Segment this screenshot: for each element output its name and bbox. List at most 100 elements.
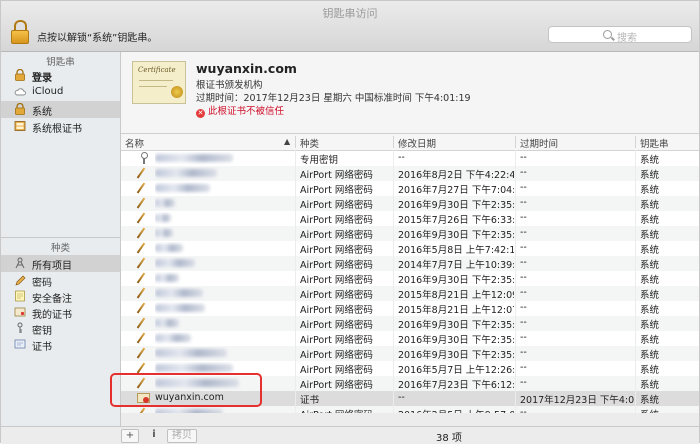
cell-modified: 2016年9月30日 下午2:35:...	[398, 230, 514, 241]
sidebar-item-login[interactable]: 登录	[1, 67, 120, 84]
column-header-name[interactable]: 名称	[125, 136, 144, 150]
sidebar-item-my-certificates[interactable]: 我的证书	[1, 304, 120, 321]
cell-modified: 2016年7月23日 下午6:12:...	[398, 380, 514, 391]
redacted-name	[155, 154, 233, 162]
sidebar-item-icloud[interactable]: iCloud	[1, 84, 120, 101]
cell-expires: --	[520, 257, 527, 268]
cell-kind: AirPort 网络密码	[300, 407, 394, 413]
cell-expires: 2017年12月23日 下午4:01...	[520, 395, 635, 406]
info-button[interactable]: i	[147, 429, 161, 441]
table-row[interactable]: AirPort 网络密码 2016年9月30日 下午2:35:... -- 系统	[121, 346, 699, 361]
cell-kind: AirPort 网络密码	[300, 245, 373, 256]
table-row[interactable]: AirPort 网络密码 2016年9月30日 下午2:35:... -- 系统	[121, 196, 699, 211]
table-row[interactable]: AirPort 网络密码 2016年9月30日 下午2:35:... -- 系统	[121, 316, 699, 331]
cell-expires: --	[520, 302, 527, 313]
cell-kind: AirPort 网络密码	[300, 170, 373, 181]
sidebar-item-label: 登录	[32, 73, 52, 84]
cell-keychain: 系统	[640, 305, 660, 316]
cell-kind: AirPort 网络密码	[300, 275, 373, 286]
sidebar-item-secure-notes[interactable]: 安全备注	[1, 288, 120, 305]
cell-expires: --	[520, 182, 527, 193]
redacted-name	[155, 349, 227, 357]
key-icon	[141, 152, 148, 164]
sidebar-item-system-roots[interactable]: 系统根证书	[1, 118, 120, 135]
redacted-name	[155, 304, 205, 312]
sort-chevron-icon[interactable]: ▲	[284, 137, 290, 146]
copy-button[interactable]: 拷贝	[167, 429, 197, 443]
column-header-expires[interactable]: 过期时间	[520, 136, 558, 150]
password-icon	[136, 227, 146, 239]
sidebar-item-all-items[interactable]: 所有项目	[1, 255, 120, 272]
cell-keychain: 系统	[640, 290, 660, 301]
note-icon	[15, 290, 25, 302]
cell-expires: --	[520, 212, 527, 223]
redacted-name	[155, 334, 191, 342]
cell-expires: --	[520, 377, 527, 388]
table-row[interactable]: AirPort 网络密码 2015年8月21日 上午12:09:... -- 系统	[121, 286, 699, 301]
sidebar-item-keys[interactable]: 密钥	[1, 320, 120, 337]
table-row[interactable]: AirPort 网络密码 2016年9月30日 下午2:35:... -- 系统	[121, 331, 699, 346]
table-row[interactable]: AirPort 网络密码 2015年7月26日 下午6:33:... -- 系统	[121, 211, 699, 226]
add-button[interactable]: +	[121, 429, 139, 443]
all-items-icon	[15, 257, 25, 269]
cell-name	[155, 287, 291, 300]
cell-name	[155, 212, 291, 225]
search-input[interactable]: 搜索	[548, 26, 692, 44]
column-header-modified[interactable]: 修改日期	[398, 136, 436, 150]
table-row[interactable]: AirPort 网络密码 2015年8月21日 上午12:07:... -- 系统	[121, 301, 699, 316]
table-row[interactable]: AirPort 网络密码 2016年9月30日 下午2:35:... -- 系统	[121, 271, 699, 286]
table-row[interactable]: AirPort 网络密码 2016年5月8日 上午7:42:13 -- 系统	[121, 241, 699, 256]
search-icon	[603, 30, 612, 39]
cell-keychain: 系统	[640, 380, 660, 391]
cell-name	[155, 227, 291, 240]
cell-expires: --	[520, 242, 527, 253]
cell-kind: AirPort 网络密码	[300, 365, 373, 376]
redacted-name	[155, 259, 195, 267]
sidebar-item-label: 密码	[32, 278, 52, 289]
lock-icon	[15, 103, 25, 115]
sidebar-item-certificates[interactable]: 证书	[1, 336, 120, 353]
cell-kind: AirPort 网络密码	[300, 185, 373, 196]
table-row[interactable]: AirPort 网络密码 2016年9月30日 下午2:35:... -- 系统	[121, 226, 699, 241]
certificate-icon	[14, 339, 26, 349]
cell-kind: 专用密钥	[300, 155, 339, 166]
sidebar-item-label: 系统	[32, 107, 52, 118]
table-row[interactable]: AirPort 网络密码 2016年2月5日 上午9:57:08 -- 系统	[121, 406, 699, 413]
cell-keychain: 系统	[640, 170, 660, 181]
cell-keychain: 系统	[640, 200, 660, 211]
cell-modified: 2014年7月7日 上午10:39:...	[398, 260, 514, 271]
cell-kind: AirPort 网络密码	[300, 305, 373, 316]
cell-expires: --	[520, 332, 527, 343]
cell-modified: 2016年9月30日 下午2:35:...	[398, 320, 514, 331]
column-header-kind[interactable]: 种类	[300, 136, 319, 150]
lock-icon[interactable]	[11, 20, 29, 44]
sidebar-item-passwords[interactable]: 密码	[1, 272, 120, 289]
sidebar-item-label: 所有项目	[32, 261, 72, 272]
redacted-name	[155, 229, 173, 237]
table-row[interactable]: AirPort 网络密码 2016年8月2日 下午4:22:45 -- 系统	[121, 166, 699, 181]
table-row[interactable]: AirPort 网络密码 2016年7月27日 下午7:04:21 -- 系统	[121, 181, 699, 196]
cell-kind: AirPort 网络密码	[300, 320, 373, 331]
sidebar-item-label: 安全备注	[32, 294, 72, 305]
table-row[interactable]: 专用密钥 -- -- 系统	[121, 151, 699, 166]
table-row[interactable]: AirPort 网络密码 2014年7月7日 上午10:39:... -- 系统	[121, 256, 699, 271]
cell-modified: 2016年9月30日 下午2:35:...	[398, 335, 514, 346]
trust-warning-text: 此根证书不被信任	[208, 106, 285, 117]
cell-kind: AirPort 网络密码	[300, 260, 373, 271]
lock-icon	[15, 69, 25, 81]
password-icon	[136, 347, 146, 359]
cell-modified: 2016年9月30日 下午2:35:...	[398, 200, 514, 211]
certificate-image-text: Certificate	[138, 66, 176, 74]
cell-expires: --	[520, 362, 527, 373]
sidebar-item-system[interactable]: 系统	[1, 101, 120, 118]
cell-name	[155, 167, 291, 180]
trust-warning: ✕ 此根证书不被信任	[196, 103, 284, 118]
password-icon	[136, 182, 146, 194]
column-header-keychain[interactable]: 钥匙串	[640, 136, 669, 150]
sidebar-item-label: iCloud	[32, 86, 64, 97]
cell-keychain: 系统	[640, 260, 660, 271]
cell-name	[155, 407, 291, 413]
cell-keychain: 系统	[640, 365, 660, 376]
detail-issuer: 根证书颁发机构	[196, 80, 263, 91]
cell-name	[155, 197, 291, 210]
